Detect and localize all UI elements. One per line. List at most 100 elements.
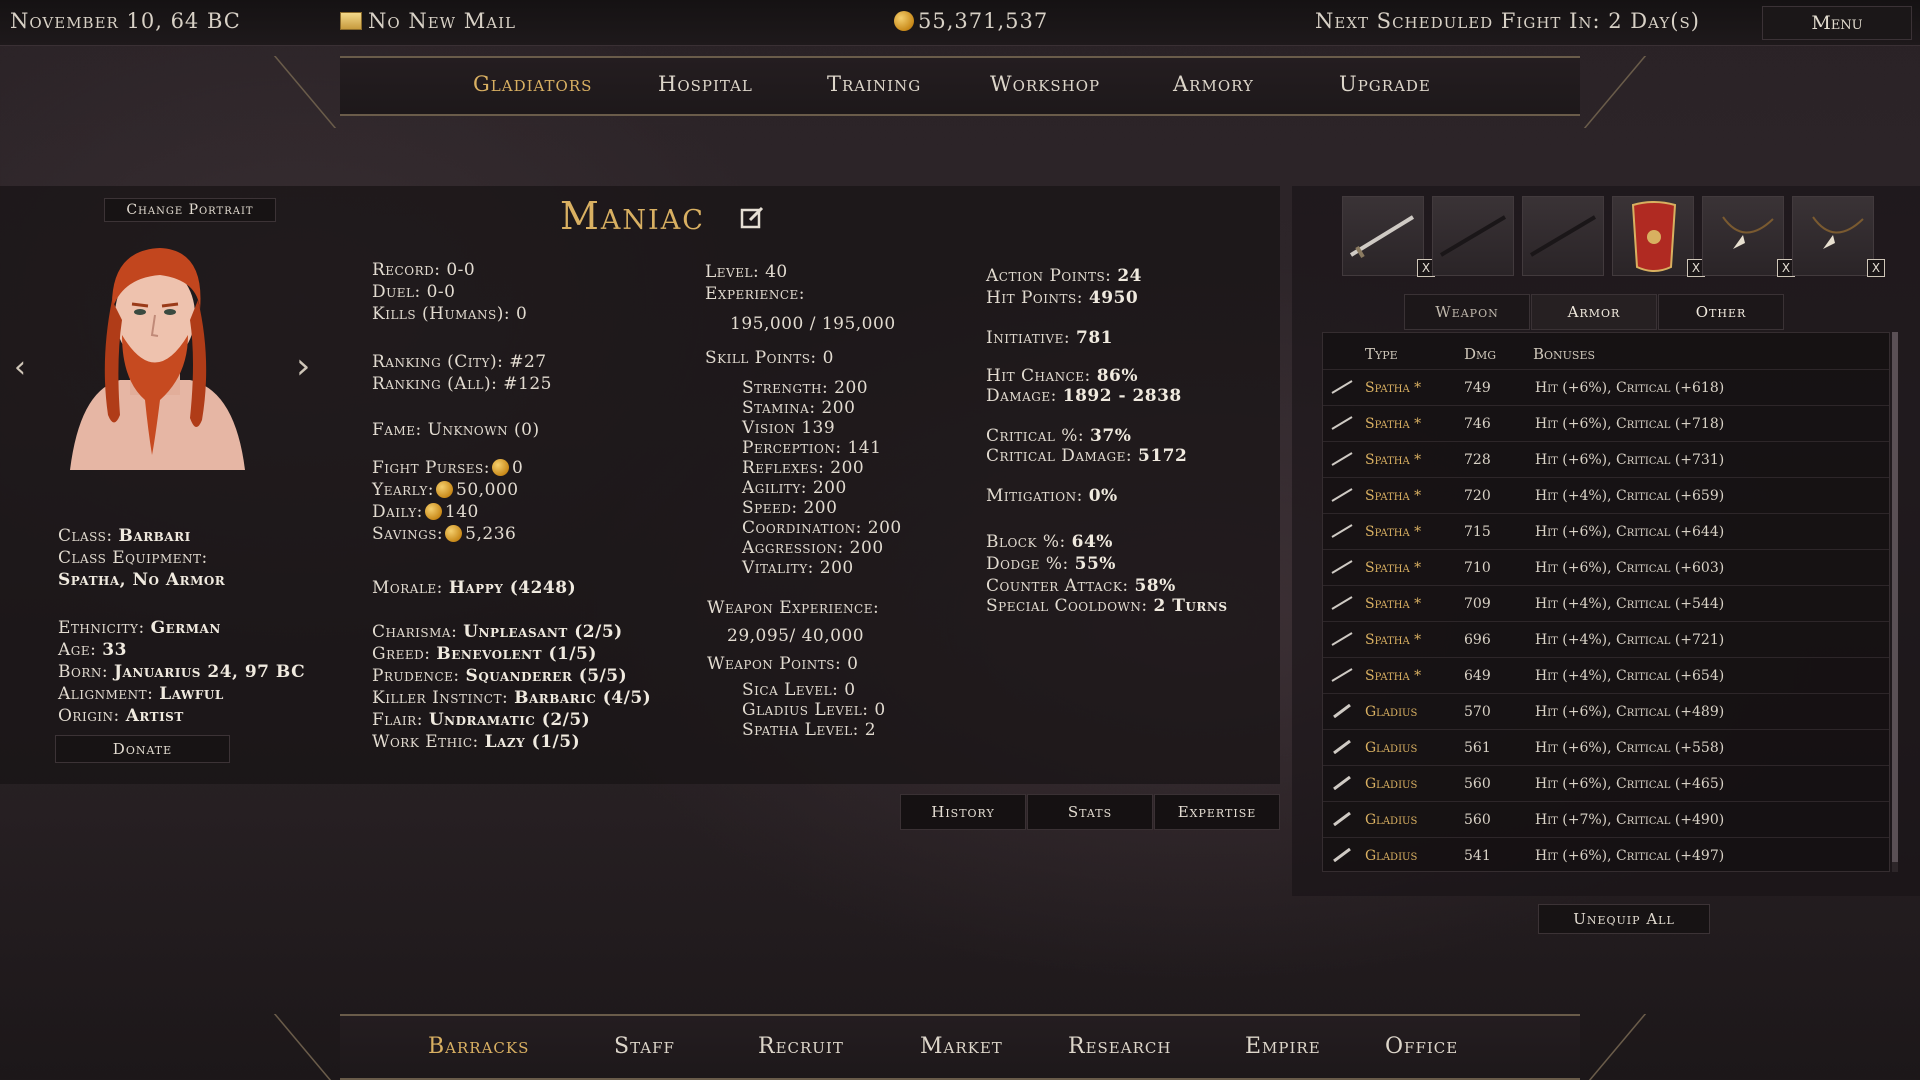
sword-icon	[1331, 668, 1353, 682]
sword-icon	[1331, 488, 1353, 502]
expertise-button[interactable]: Expertise	[1154, 794, 1280, 830]
sword-icon	[1331, 416, 1353, 430]
mail-icon	[340, 12, 362, 30]
tab-staff[interactable]: Staff	[614, 1034, 675, 1059]
unequip-necklace-2-icon[interactable]: X	[1867, 259, 1885, 277]
tab-other[interactable]: Other	[1658, 294, 1784, 330]
rank-all-stat: Ranking (All): #125	[372, 374, 552, 394]
table-row[interactable]: Spatha * 749 Hit (+6%), Critical (+618)	[1323, 369, 1889, 405]
table-row[interactable]: Gladius 570 Hit (+6%), Critical (+489)	[1323, 693, 1889, 729]
sword-icon	[1349, 215, 1415, 259]
gladius-level-stat: Gladius Level: 0	[742, 700, 886, 720]
mail-status[interactable]: No New Mail	[340, 9, 516, 33]
dodge-stat: Dodge %: 55%	[986, 554, 1116, 574]
shield-slot[interactable]: X	[1612, 196, 1705, 277]
offhand-slot[interactable]	[1432, 196, 1514, 276]
gladius-icon	[1333, 740, 1351, 754]
tab-weapon[interactable]: Weapon	[1404, 294, 1530, 330]
weapon-experience-value: 29,095/ 40,000	[727, 626, 865, 646]
table-row[interactable]: Spatha * 696 Hit (+4%), Critical (+721)	[1323, 621, 1889, 657]
damage-stat: Damage: 1892 - 2838	[986, 386, 1182, 406]
tab-workshop[interactable]: Workshop	[990, 72, 1100, 96]
col-header-bonuses: Bonuses	[1533, 345, 1596, 363]
table-row[interactable]: Gladius 561 Hit (+6%), Critical (+558)	[1323, 729, 1889, 765]
table-row[interactable]: Gladius 560 Hit (+7%), Critical (+490)	[1323, 801, 1889, 837]
next-gladiator-arrow-icon[interactable]: ›	[296, 346, 310, 387]
attr-reflexes: Reflexes: 200	[742, 458, 865, 478]
tab-market[interactable]: Market	[920, 1034, 1003, 1059]
gladius-icon	[1333, 704, 1351, 718]
gold-amount: 55,371,537	[918, 9, 1049, 33]
unequip-all-button[interactable]: Unequip All	[1538, 904, 1710, 934]
necklace-slot-1[interactable]: X	[1702, 196, 1795, 277]
attr-strength: Strength: 200	[742, 378, 869, 398]
shield-icon	[1631, 201, 1677, 272]
top-bar: November 10, 64 BC No New Mail 55,371,53…	[0, 0, 1920, 46]
level-stat: Level: 40	[705, 262, 788, 282]
attr-stamina: Stamina: 200	[742, 398, 856, 418]
kills-stat: Kills (Humans): 0	[372, 304, 528, 324]
tab-empire[interactable]: Empire	[1245, 1034, 1321, 1059]
donate-button[interactable]: Donate	[55, 735, 230, 763]
prev-gladiator-arrow-icon[interactable]: ‹	[14, 350, 26, 385]
change-portrait-button[interactable]: Change Portrait	[104, 198, 276, 222]
tab-barracks[interactable]: Barracks	[428, 1034, 529, 1059]
amulet-icon	[1812, 216, 1864, 249]
table-row[interactable]: Gladius 541 Hit (+6%), Critical (+497)	[1323, 837, 1889, 871]
table-row[interactable]: Spatha * 728 Hit (+6%), Critical (+731)	[1323, 441, 1889, 477]
coin-icon	[445, 525, 463, 542]
spatha-level-stat: Spatha Level: 2	[742, 720, 877, 740]
table-row[interactable]: Spatha * 710 Hit (+6%), Critical (+603)	[1323, 549, 1889, 585]
coin-icon	[424, 503, 442, 520]
yearly-stat: Yearly: 50,000	[372, 480, 519, 500]
action-points-stat: Action Points: 24	[986, 266, 1142, 286]
attr-vision: Vision 139	[742, 418, 836, 438]
table-row[interactable]: Spatha * 649 Hit (+4%), Critical (+654)	[1323, 657, 1889, 693]
tab-office[interactable]: Office	[1385, 1034, 1458, 1059]
trait-flair: Flair: Undramatic (2/5)	[372, 710, 591, 730]
age-info: Age: 33	[58, 640, 127, 660]
attr-vitality: Vitality: 200	[742, 558, 854, 578]
inventory-scroll-thumb[interactable]	[1892, 332, 1898, 862]
table-row[interactable]: Spatha * 720 Hit (+4%), Critical (+659)	[1323, 477, 1889, 513]
tab-armory[interactable]: Armory	[1173, 72, 1254, 96]
gladiator-name: Maniac	[560, 194, 705, 238]
initiative-stat: Initiative: 781	[986, 328, 1114, 348]
history-button[interactable]: History	[900, 794, 1026, 830]
tab-hospital[interactable]: Hospital	[658, 72, 753, 96]
sword-silhouette-icon	[1439, 215, 1507, 257]
coin-icon	[492, 459, 510, 476]
sword-icon	[1331, 452, 1353, 466]
table-row[interactable]: Gladius 560 Hit (+6%), Critical (+465)	[1323, 765, 1889, 801]
sword-icon	[1331, 380, 1353, 394]
necklace-slot-2[interactable]: X	[1792, 196, 1885, 277]
table-row[interactable]: Spatha * 709 Hit (+4%), Critical (+544)	[1323, 585, 1889, 621]
tab-armor[interactable]: Armor	[1531, 294, 1657, 330]
tab-recruit[interactable]: Recruit	[758, 1034, 844, 1059]
ethnicity-info: Ethnicity: German	[58, 618, 221, 638]
table-row[interactable]: Spatha * 746 Hit (+6%), Critical (+718)	[1323, 405, 1889, 441]
col-header-type: Type	[1365, 345, 1398, 363]
weapon-experience-label: Weapon Experience:	[707, 598, 880, 618]
trait-killer-instinct: Killer Instinct: Barbaric (4/5)	[372, 688, 652, 708]
tab-research[interactable]: Research	[1068, 1034, 1171, 1059]
menu-button[interactable]: Menu	[1762, 6, 1912, 40]
born-info: Born: Januarius 24, 97 BC	[58, 662, 306, 682]
weapon-inventory-table: Type Dmg Bonuses Spatha * 749 Hit (+6%), C…	[1322, 332, 1890, 872]
tab-upgrade[interactable]: Upgrade	[1339, 72, 1431, 96]
edit-name-icon[interactable]	[740, 204, 766, 230]
stats-button[interactable]: Stats	[1027, 794, 1153, 830]
game-date: November 10, 64 BC	[10, 9, 241, 33]
equipped-weapon-slot[interactable]: X	[1342, 196, 1435, 277]
attr-agility: Agility: 200	[742, 478, 847, 498]
gladius-icon	[1333, 848, 1351, 862]
tab-training[interactable]: Training	[827, 72, 921, 96]
table-row[interactable]: Spatha * 715 Hit (+6%), Critical (+644)	[1323, 513, 1889, 549]
tab-gladiators[interactable]: Gladiators	[473, 72, 592, 96]
mitigation-stat: Mitigation: 0%	[986, 486, 1118, 506]
secondary-weapon-slot[interactable]	[1522, 196, 1604, 276]
trait-charisma: Charisma: Unpleasant (2/5)	[372, 622, 623, 642]
gladius-icon	[1333, 776, 1351, 790]
critical-stat: Critical %: 37%	[986, 426, 1132, 446]
skill-points-stat: Skill Points: 0	[705, 348, 834, 368]
